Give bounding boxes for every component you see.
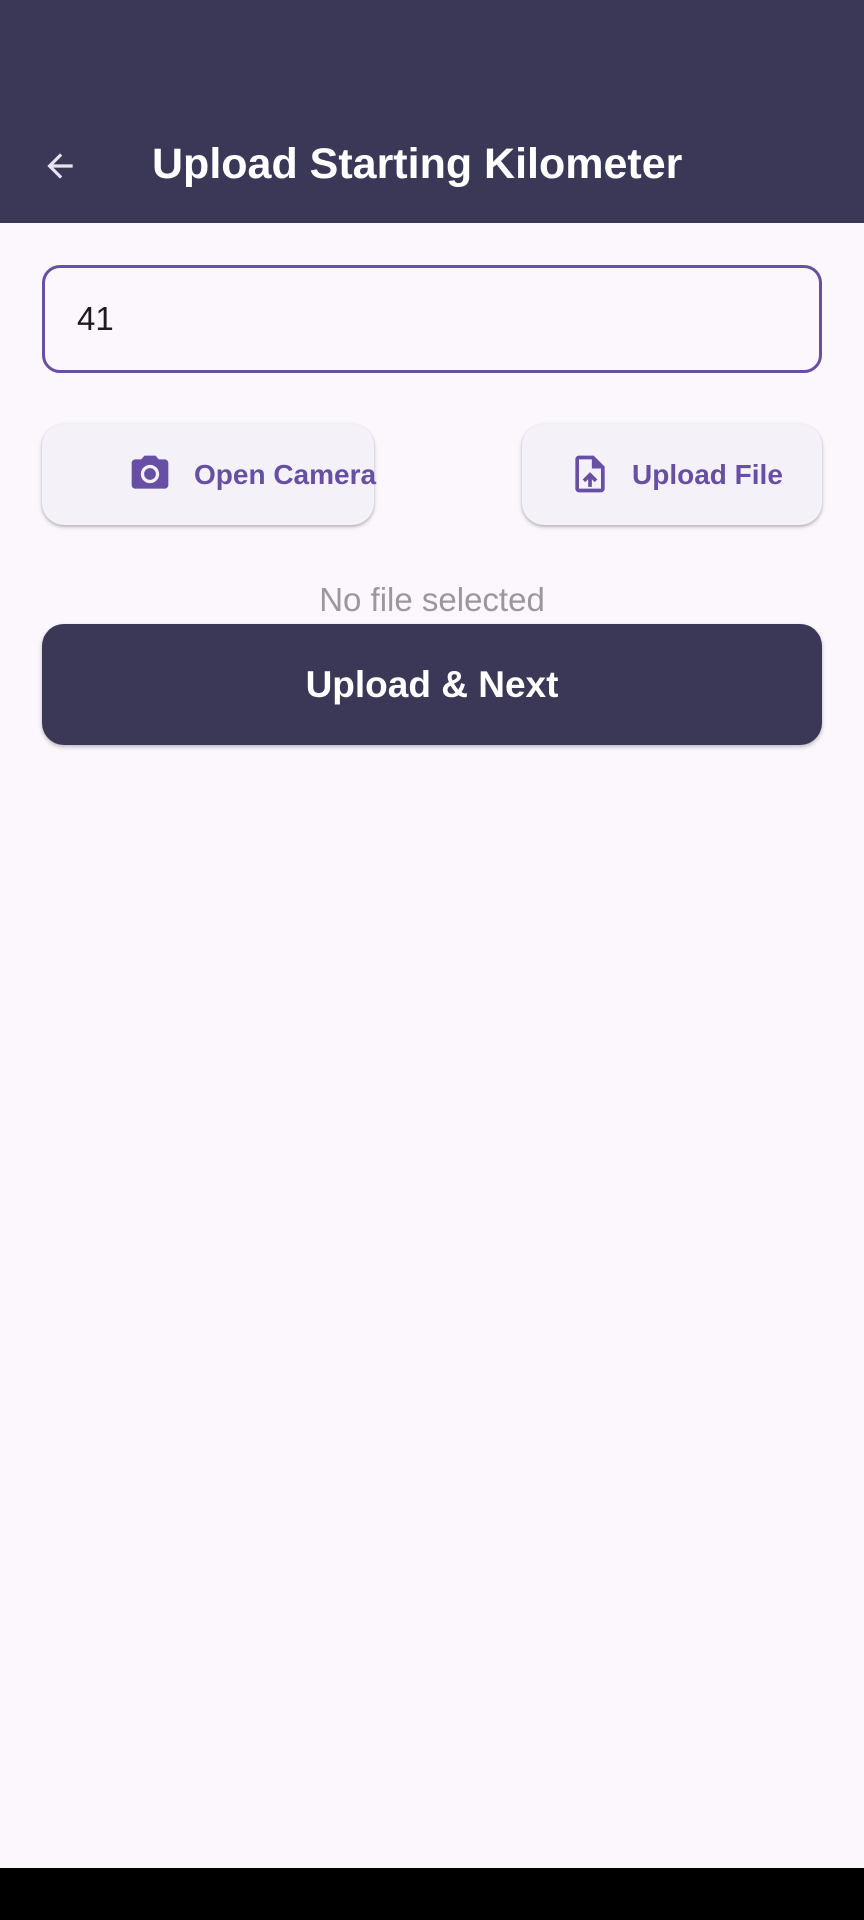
arrow-back-icon xyxy=(47,153,73,179)
app-bar: Upload Starting Kilometer xyxy=(0,0,864,223)
back-button[interactable] xyxy=(28,134,92,198)
kilometer-field[interactable] xyxy=(42,265,822,373)
upload-file-label: Upload File xyxy=(632,459,783,490)
page-title: Upload Starting Kilometer xyxy=(152,140,683,188)
file-status-text: No file selected xyxy=(319,581,545,618)
upload-next-label: Upload & Next xyxy=(305,663,559,705)
file-upload-icon xyxy=(566,450,614,498)
upload-file-button[interactable]: Upload File xyxy=(522,424,822,525)
open-camera-label: Open Camera xyxy=(194,459,377,490)
upload-next-button[interactable]: Upload & Next xyxy=(42,624,822,745)
kilometer-input[interactable] xyxy=(77,268,777,370)
system-navigation-bar xyxy=(0,1868,864,1920)
open-camera-button[interactable]: Open Camera xyxy=(42,424,377,525)
camera-icon xyxy=(126,450,174,498)
